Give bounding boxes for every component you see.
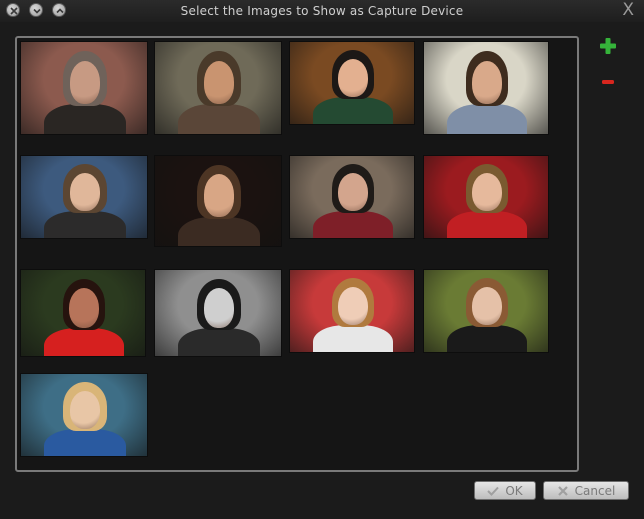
- person-face: [203, 60, 235, 105]
- image-thumbnail[interactable]: [20, 269, 146, 357]
- cancel-icon: [557, 485, 568, 496]
- image-thumbnail[interactable]: [20, 41, 148, 135]
- ok-button[interactable]: OK: [474, 481, 536, 500]
- person-face: [203, 174, 235, 217]
- person-shoulders: [178, 216, 260, 246]
- image-thumbnail[interactable]: [423, 269, 549, 353]
- image-thumbnail[interactable]: [289, 41, 415, 125]
- plus-icon: [600, 38, 616, 54]
- person-face: [337, 58, 369, 98]
- person-shoulders: [44, 104, 126, 134]
- person-shoulders: [178, 104, 260, 134]
- remove-image-button[interactable]: [600, 70, 616, 84]
- person-face: [68, 287, 100, 329]
- person-shoulders: [312, 211, 394, 238]
- image-thumbnail[interactable]: [20, 155, 148, 239]
- person-shoulders: [44, 211, 126, 238]
- person-shoulders: [446, 325, 528, 352]
- person-face: [471, 60, 503, 105]
- person-face: [69, 390, 101, 430]
- image-thumbnail[interactable]: [289, 155, 415, 239]
- person-face: [337, 172, 369, 212]
- window-title: Select the Images to Show as Capture Dev…: [180, 4, 464, 18]
- image-thumbnail[interactable]: [423, 155, 549, 239]
- image-grid[interactable]: [15, 36, 579, 472]
- cancel-button-label: Cancel: [574, 483, 616, 498]
- person-shoulders: [312, 325, 394, 352]
- cancel-button[interactable]: Cancel: [543, 481, 629, 500]
- minus-icon: [602, 80, 614, 84]
- person-shoulders: [44, 429, 126, 456]
- person-face: [203, 287, 235, 329]
- image-thumbnail[interactable]: [154, 41, 282, 135]
- image-thumbnail[interactable]: [154, 155, 282, 247]
- image-thumbnail[interactable]: [289, 269, 415, 353]
- image-thumbnail[interactable]: [20, 373, 148, 457]
- add-image-button[interactable]: [600, 38, 616, 54]
- person-face: [69, 60, 101, 105]
- person-face: [337, 286, 369, 326]
- title-bar: Select the Images to Show as Capture Dev…: [0, 0, 644, 22]
- close-icon[interactable]: X: [622, 0, 634, 20]
- person-face: [471, 172, 503, 212]
- ok-button-label: OK: [505, 483, 523, 498]
- person-shoulders: [43, 328, 125, 356]
- checkmark-icon: [487, 486, 500, 496]
- person-shoulders: [312, 97, 394, 124]
- person-shoulders: [446, 104, 528, 134]
- image-thumbnail[interactable]: [154, 269, 282, 357]
- person-face: [471, 286, 503, 326]
- person-face: [69, 172, 101, 212]
- person-shoulders: [446, 211, 528, 238]
- person-shoulders: [178, 328, 260, 356]
- image-thumbnail[interactable]: [423, 41, 549, 135]
